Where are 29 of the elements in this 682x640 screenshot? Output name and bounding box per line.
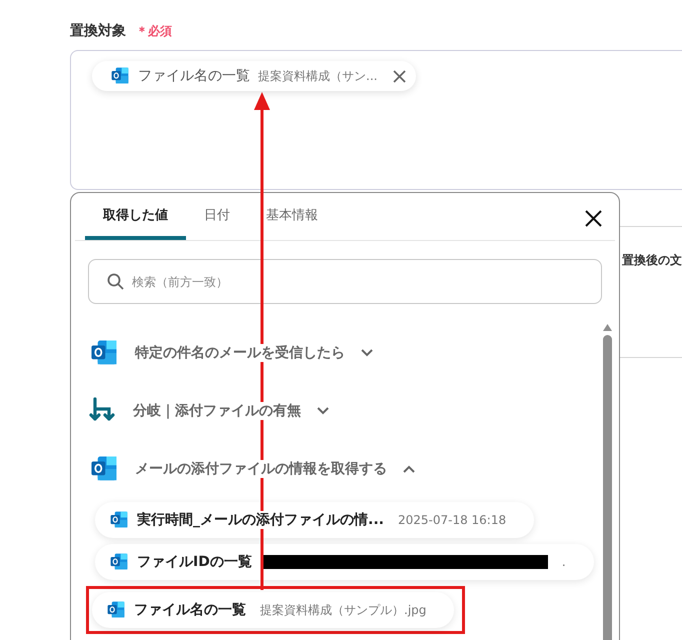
search-field[interactable]: 検索（前方一致） (88, 259, 602, 304)
mail-app-icon (109, 552, 129, 572)
close-icon[interactable] (393, 70, 406, 82)
step-group-header[interactable]: 分岐｜添付ファイルの有無 (89, 382, 601, 440)
tab[interactable]: 日付 (186, 193, 248, 240)
tab[interactable]: 取得した値 (85, 193, 186, 240)
mail-app-icon (110, 66, 130, 86)
mail-app-icon (109, 510, 129, 530)
step-group-header[interactable]: メールの添付ファイルの情報を取得する (89, 440, 601, 498)
chevron-up-icon (403, 465, 415, 473)
scrollbar-thumb[interactable] (602, 335, 612, 640)
chip-name: ファイル名の一覧 (138, 67, 250, 85)
search-icon (107, 273, 124, 290)
chip-value: 提案資料構成（サン... (258, 68, 378, 84)
step-group-header[interactable]: 特定の件名のメールを受信したら (89, 324, 601, 382)
chevron-down-icon (361, 349, 373, 357)
field-label: 置換後の文 (622, 253, 682, 267)
mail-app-icon (106, 600, 126, 620)
required-mark: ＊必須 (136, 22, 172, 40)
field-label: 置換対象 (70, 22, 126, 40)
scroll-up-icon[interactable] (602, 324, 612, 331)
value-item[interactable]: ファイル名の一覧 提案資料構成（サンプル）.jpg (92, 592, 454, 628)
value-item[interactable]: ファイルIDの一覧 . (95, 544, 594, 580)
replace-target-field[interactable]: ファイル名の一覧 提案資料構成（サン... (70, 50, 682, 190)
value-item[interactable]: 実行時間_メールの添付ファイルの情... 2025-07-18 16:18 (95, 502, 534, 538)
close-button[interactable] (583, 208, 603, 228)
chevron-down-icon (317, 407, 329, 415)
tab[interactable]: 基本情報 (248, 193, 336, 240)
value-chip[interactable]: ファイル名の一覧 提案資料構成（サン... (92, 61, 416, 91)
